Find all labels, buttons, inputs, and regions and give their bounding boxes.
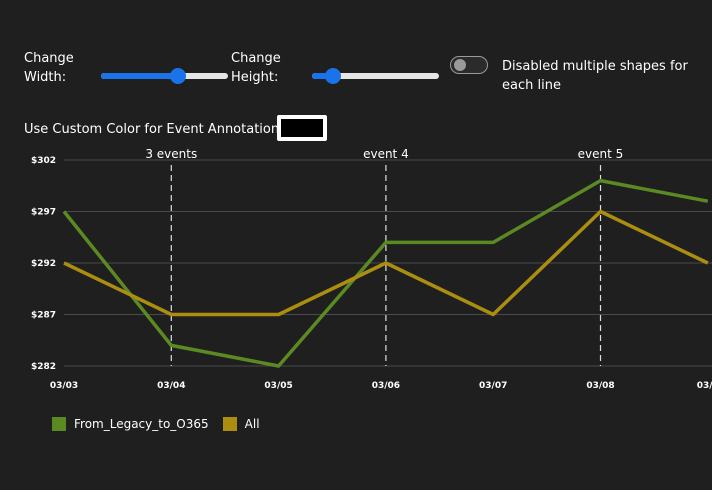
y-tick-label: $292 xyxy=(31,259,56,269)
x-tick-label: 03/07 xyxy=(479,381,507,391)
legend-label: From_Legacy_to_O365 xyxy=(74,417,209,431)
x-tick-label: 03/05 xyxy=(264,381,292,391)
x-tick-label: 03/0 xyxy=(697,381,712,391)
x-tick-label: 03/03 xyxy=(50,381,78,391)
chart-legend: From_Legacy_to_O365 All xyxy=(52,417,274,431)
legend-item[interactable]: All xyxy=(222,417,260,431)
legend-label: All xyxy=(244,417,260,431)
y-tick-label: $302 xyxy=(31,156,56,166)
y-tick-label: $282 xyxy=(31,362,56,372)
legend-swatch xyxy=(52,417,66,431)
event-annotation-label: event 4 xyxy=(363,147,409,161)
y-tick-label: $297 xyxy=(31,208,56,218)
legend-item[interactable]: From_Legacy_to_O365 xyxy=(52,417,209,431)
x-tick-label: 03/06 xyxy=(372,381,400,391)
event-annotation-label: 3 events xyxy=(145,147,197,161)
x-tick-label: 03/04 xyxy=(157,381,185,391)
y-tick-label: $287 xyxy=(31,311,56,321)
event-annotation-label: event 5 xyxy=(578,147,624,161)
legend-swatch xyxy=(222,417,237,431)
x-tick-label: 03/08 xyxy=(586,381,614,391)
line-chart: $282 $287 $292 $297 $302 03/03 03/04 03/05 03/06… xyxy=(31,147,712,391)
